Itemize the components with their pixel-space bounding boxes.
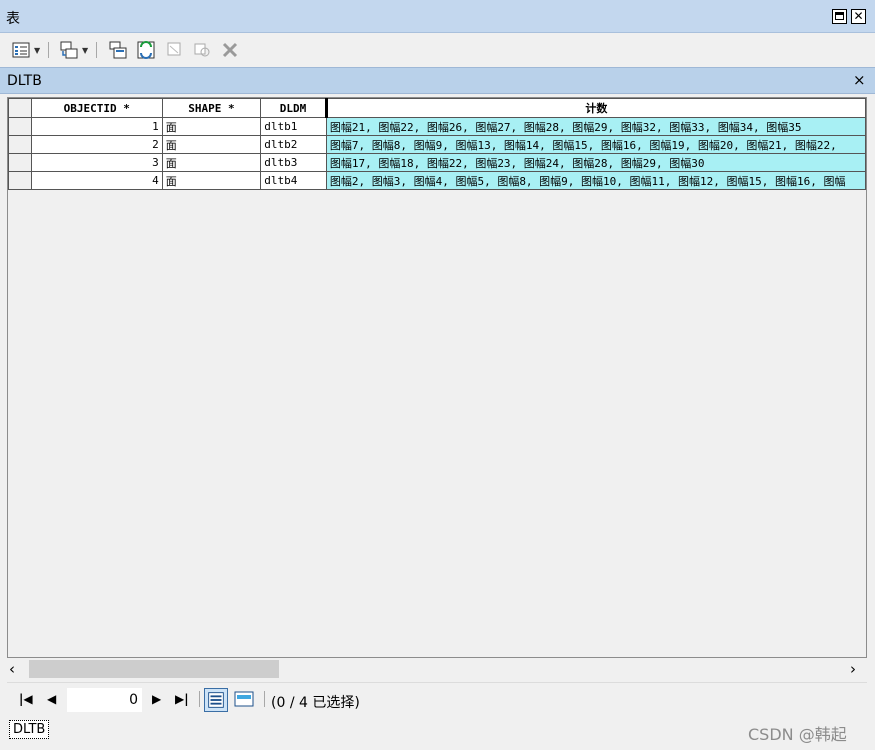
cell-objectid[interactable]: 3: [30, 153, 163, 172]
window-title: 表: [6, 11, 20, 27]
table-options-dropdown-icon[interactable]: ▼: [34, 46, 40, 55]
cell-count[interactable]: 图幅7, 图幅8, 图幅9, 图幅13, 图幅14, 图幅15, 图幅16, 图…: [325, 135, 866, 154]
corner-header[interactable]: [8, 98, 32, 118]
cell-count[interactable]: 图幅2, 图幅3, 图幅4, 图幅5, 图幅8, 图幅9, 图幅10, 图幅11…: [325, 171, 866, 190]
clear-selection-icon: [167, 42, 181, 56]
title-bar: 表 ✕: [0, 0, 875, 33]
show-all-records-icon[interactable]: [204, 688, 228, 712]
delete-selected-icon: [222, 42, 238, 58]
header-row: OBJECTID * SHAPE * DLDM 计数: [8, 98, 866, 118]
column-header-dldm[interactable]: DLDM: [260, 98, 327, 118]
horizontal-scrollbar[interactable]: ‹ ›: [7, 659, 867, 680]
first-record-icon[interactable]: |◀: [19, 692, 33, 706]
table-row[interactable]: 2 面 dltb2 图幅7, 图幅8, 图幅9, 图幅13, 图幅14, 图幅1…: [8, 135, 866, 154]
cell-shape[interactable]: 面: [161, 135, 262, 154]
close-button[interactable]: ✕: [851, 9, 866, 24]
selection-status: (0 / 4 已选择): [271, 695, 360, 711]
attribute-table-grid[interactable]: OBJECTID * SHAPE * DLDM 计数 1 面 dltb1 图幅2…: [7, 97, 867, 658]
related-tables-icon[interactable]: [60, 41, 78, 59]
cell-shape[interactable]: 面: [161, 171, 262, 190]
cell-objectid[interactable]: 1: [30, 117, 163, 136]
column-header-shape[interactable]: SHAPE *: [161, 98, 262, 118]
row-selector[interactable]: [8, 171, 32, 190]
scroll-left-icon[interactable]: ‹: [9, 660, 15, 678]
previous-record-icon[interactable]: ◀: [47, 692, 56, 706]
next-record-icon[interactable]: ▶: [152, 692, 161, 706]
last-record-icon[interactable]: ▶|: [175, 692, 189, 706]
table-row[interactable]: 3 面 dltb3 图幅17, 图幅18, 图幅22, 图幅23, 图幅24, …: [8, 153, 866, 172]
toolbar-separator: [48, 42, 49, 58]
cell-objectid[interactable]: 2: [30, 135, 163, 154]
cell-dldm[interactable]: dltb1: [260, 117, 327, 136]
select-by-attributes-icon[interactable]: [109, 41, 127, 59]
column-header-count[interactable]: 计数: [324, 98, 866, 118]
attribute-table: OBJECTID * SHAPE * DLDM 计数 1 面 dltb1 图幅2…: [8, 98, 866, 190]
cell-dldm[interactable]: dltb2: [260, 135, 327, 154]
table-row[interactable]: 1 面 dltb1 图幅21, 图幅22, 图幅26, 图幅27, 图幅28, …: [8, 117, 866, 136]
current-record-input[interactable]: 0: [67, 688, 142, 712]
nav-separator: [199, 691, 200, 707]
column-header-objectid[interactable]: OBJECTID *: [30, 98, 163, 118]
layer-tab-dltb[interactable]: DLTB: [9, 720, 50, 739]
nav-separator: [264, 691, 265, 707]
scroll-right-icon[interactable]: ›: [850, 660, 856, 678]
table-toolbar: ▼ ▼: [0, 33, 875, 67]
watermark: CSDN @韩起: [748, 725, 847, 744]
row-selector[interactable]: [8, 153, 32, 172]
tab-dltb[interactable]: DLTB: [7, 73, 42, 89]
show-selected-records-icon[interactable]: [234, 689, 254, 709]
maximize-button[interactable]: [832, 9, 847, 24]
cell-count[interactable]: 图幅17, 图幅18, 图幅22, 图幅23, 图幅24, 图幅28, 图幅29…: [325, 153, 866, 172]
record-navigation-bar: |◀ ◀ 0 ▶ ▶| (0 / 4 已选择): [7, 682, 867, 716]
bottom-bar: DLTB CSDN @韩起: [0, 717, 875, 750]
toolbar-separator: [96, 42, 97, 58]
cell-count[interactable]: 图幅21, 图幅22, 图幅26, 图幅27, 图幅28, 图幅29, 图幅32…: [325, 117, 866, 136]
row-selector[interactable]: [8, 117, 32, 136]
close-tab-icon[interactable]: ×: [853, 71, 866, 89]
row-selector[interactable]: [8, 135, 32, 154]
cell-shape[interactable]: 面: [161, 117, 262, 136]
scrollbar-thumb[interactable]: [29, 660, 279, 678]
switch-selection-icon[interactable]: [137, 41, 155, 59]
cell-dldm[interactable]: dltb4: [260, 171, 327, 190]
related-tables-dropdown-icon[interactable]: ▼: [82, 46, 88, 55]
table-tab-strip: DLTB ×: [0, 67, 875, 94]
cell-dldm[interactable]: dltb3: [260, 153, 327, 172]
table-options-icon[interactable]: [12, 41, 30, 59]
table-row[interactable]: 4 面 dltb4 图幅2, 图幅3, 图幅4, 图幅5, 图幅8, 图幅9, …: [8, 171, 866, 190]
cell-objectid[interactable]: 4: [30, 171, 163, 190]
zoom-to-selected-icon: [194, 43, 210, 57]
cell-shape[interactable]: 面: [161, 153, 262, 172]
